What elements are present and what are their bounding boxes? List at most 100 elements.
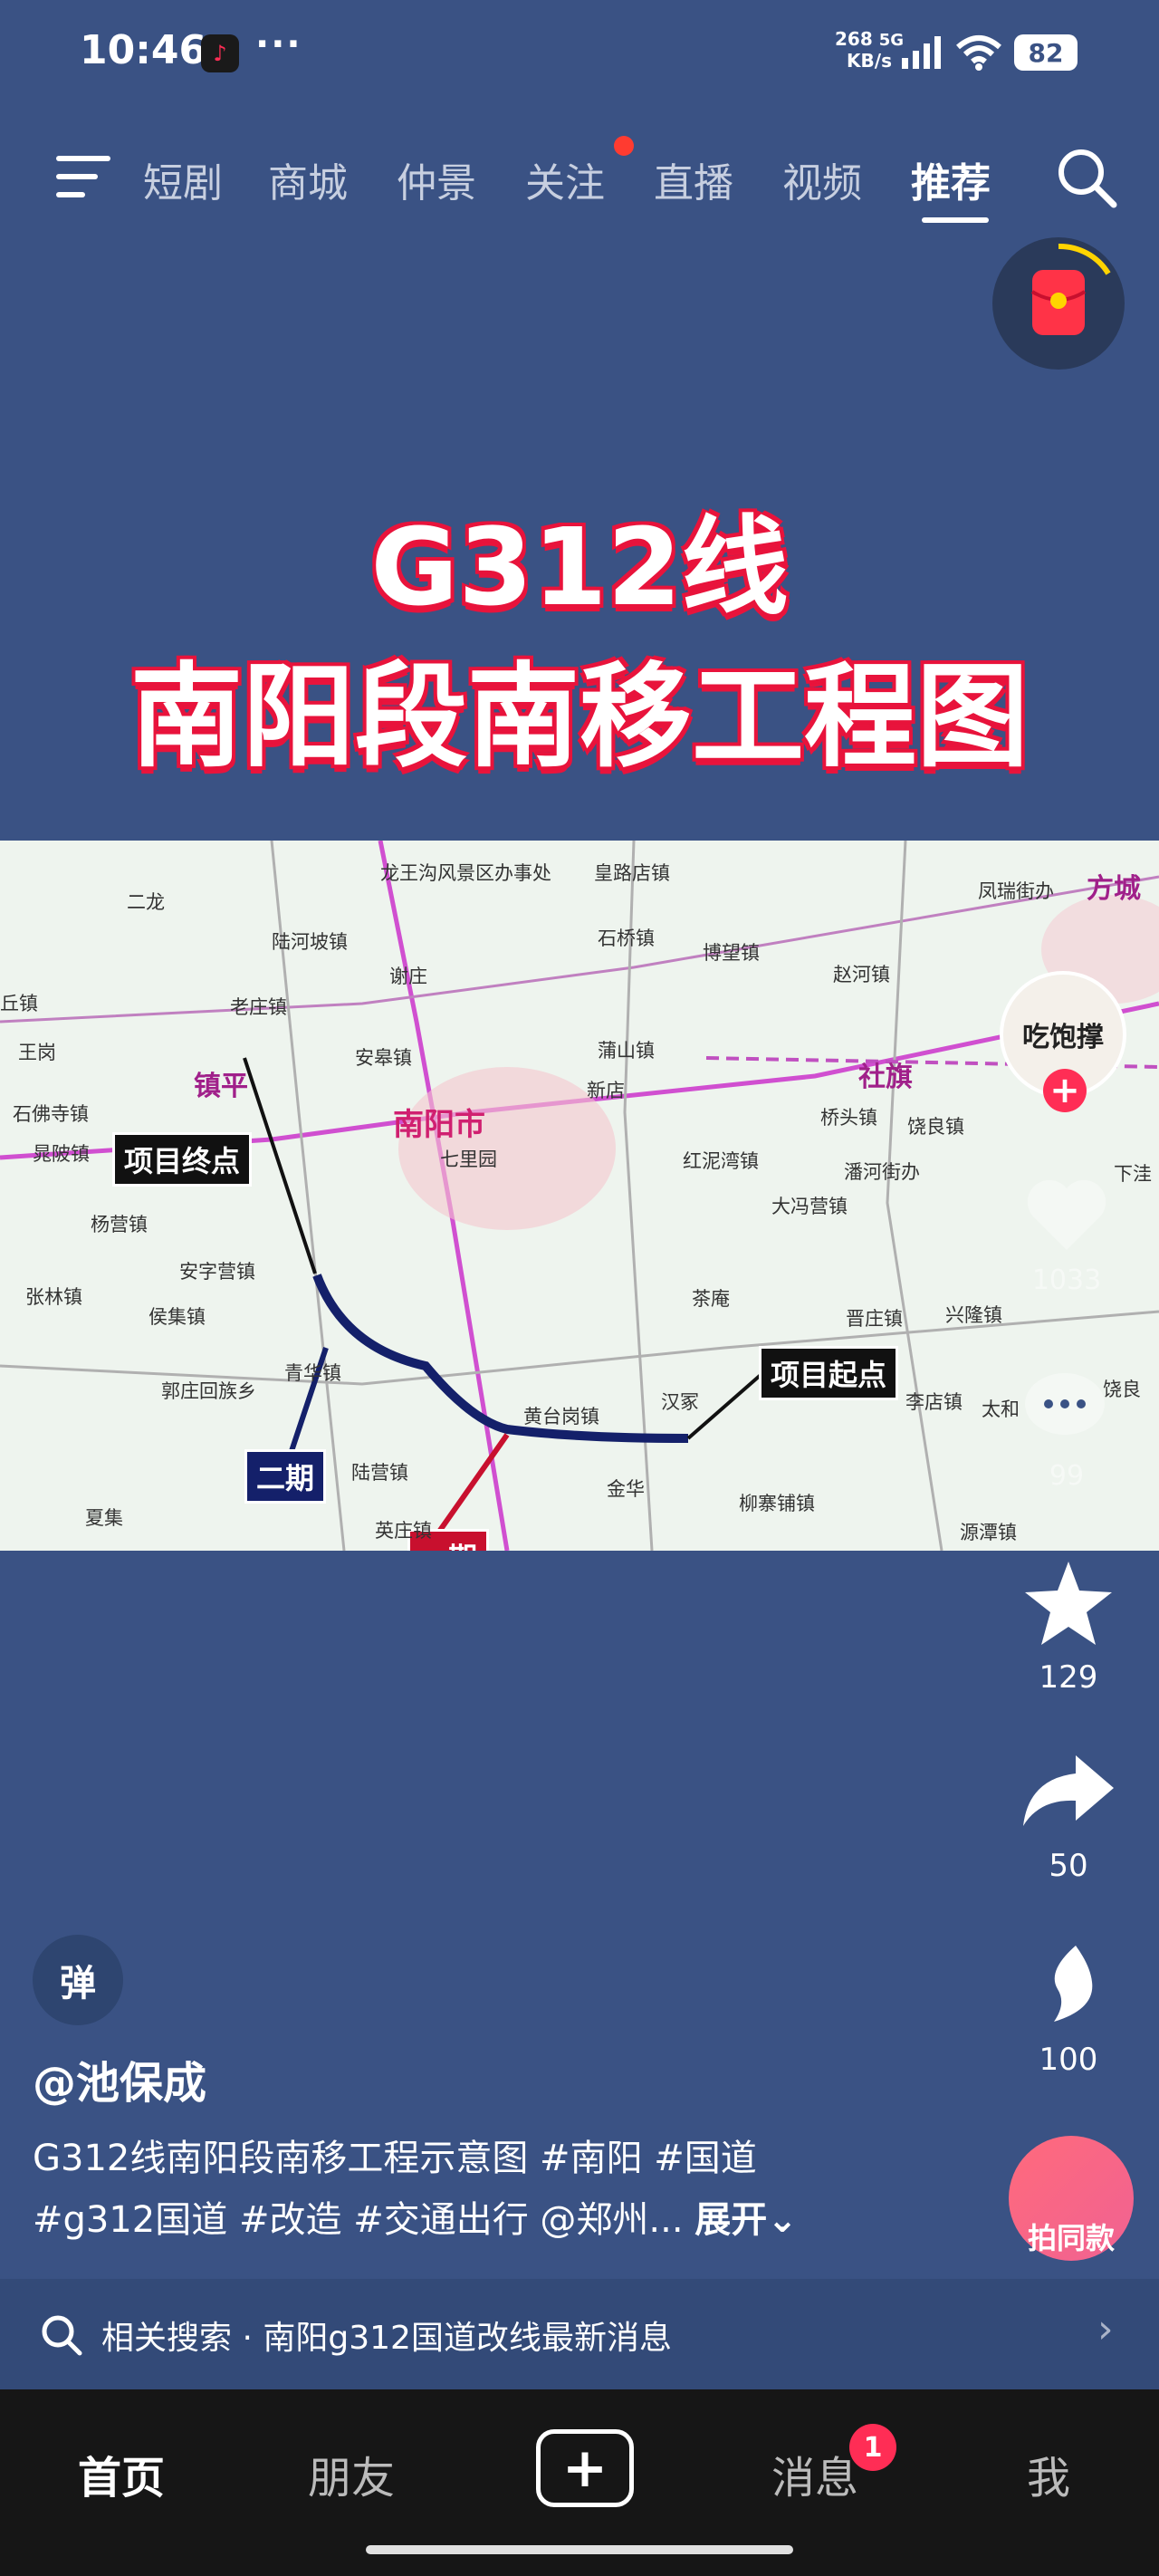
status-more-dots: ··· [255, 24, 302, 65]
map-place: 二龙 [127, 891, 165, 913]
map-place: 红泥湾镇 [683, 1150, 759, 1172]
related-search-query: 南阳g312国道改线最新消息 [263, 2320, 672, 2357]
chevron-down-icon: ⌄ [767, 2199, 798, 2241]
create-plus-button[interactable]: + [536, 2429, 634, 2507]
menu-icon[interactable] [56, 154, 114, 199]
map-place: 饶良镇 [907, 1116, 964, 1138]
map-place: 柳寨铺镇 [739, 1493, 815, 1514]
nav-friends[interactable]: 朋友 [308, 2442, 395, 2505]
nav-messages[interactable]: 消息 [771, 2442, 858, 2505]
follow-plus-button[interactable]: + [1043, 1069, 1087, 1112]
network-speed: 268 5G KB/s [835, 29, 904, 71]
search-icon[interactable] [1056, 147, 1119, 210]
map-place: 源潭镇 [960, 1522, 1017, 1543]
map-label-fangcheng: 方城 [1087, 873, 1141, 905]
tab-zhongjing[interactable]: 仲景 [397, 150, 476, 208]
map-place: 晋庄镇 [846, 1308, 903, 1330]
signal-icon [902, 36, 941, 69]
chevron-right-icon: › [1097, 2306, 1114, 2352]
map-place: 潘河街办 [844, 1161, 920, 1183]
callout-phase2: 二期 [244, 1449, 327, 1504]
related-search-prefix: 相关搜索 [101, 2320, 233, 2357]
comment-icon[interactable] [1020, 1368, 1110, 1446]
city-label-nanyang: 南阳市 [393, 1107, 485, 1143]
status-time: 10:46 [80, 27, 207, 73]
map-place: 石佛寺镇 [13, 1103, 89, 1125]
map-place: 赵河镇 [833, 964, 890, 985]
share-icon[interactable] [1021, 1752, 1116, 1828]
map-place: 陆河坡镇 [272, 931, 348, 953]
same-take-label[interactable]: 拍同款 [992, 2216, 1150, 2257]
map-place: 英庄镇 [375, 1520, 432, 1542]
network-type: 5G [878, 31, 905, 50]
callout-project-end: 项目终点 [112, 1132, 253, 1187]
map-place: 谢庄 [389, 966, 427, 987]
flame-icon[interactable] [1039, 1944, 1099, 2025]
map-place: 晁陂镇 [33, 1143, 90, 1165]
battery-indicator: 82 [1014, 34, 1078, 71]
callout-project-start: 项目起点 [759, 1346, 899, 1400]
red-packet-button[interactable] [992, 237, 1125, 370]
expand-button[interactable]: 展开⌄ [694, 2199, 798, 2241]
map-place: 石桥镇 [598, 928, 655, 949]
comment-count: 99 [1049, 1460, 1085, 1492]
map-place: 兴隆镇 [945, 1304, 1002, 1326]
net-speed-unit: KB/s [847, 50, 892, 72]
tab-following[interactable]: 关注 [525, 150, 605, 208]
active-tab-indicator [922, 217, 989, 223]
map-place: 安字营镇 [179, 1261, 255, 1283]
home-indicator [366, 2545, 793, 2554]
map-place: 博望镇 [703, 942, 760, 964]
map-place: 夏集 [85, 1507, 123, 1529]
danmaku-button[interactable]: 弹 [33, 1935, 123, 2025]
map-roads [0, 841, 1159, 1551]
related-search-text: 相关搜索 · 南阳g312国道改线最新消息 [101, 2312, 672, 2359]
search-icon [42, 2315, 82, 2356]
map-place: 陆营镇 [351, 1462, 408, 1484]
heart-icon[interactable] [1023, 1177, 1110, 1255]
expand-label: 展开 [694, 2199, 768, 2241]
share-count: 50 [1049, 1848, 1088, 1884]
map-place: 凤瑞街办 [978, 880, 1054, 902]
author-name[interactable]: @池保成 [33, 2047, 206, 2110]
map-place: 七里园 [440, 1149, 497, 1170]
tab-short-drama[interactable]: 短剧 [143, 150, 223, 208]
tab-recommend[interactable]: 推荐 [911, 150, 991, 208]
messages-badge: 1 [849, 2424, 896, 2471]
map-place: 侯集镇 [148, 1306, 206, 1328]
related-search-bar[interactable]: 相关搜索 · 南阳g312国道改线最新消息 › [0, 2279, 1159, 2389]
description-text: #g312国道 #改造 #交通出行 @郑州... [33, 2199, 684, 2241]
map-place: 大冯营镇 [771, 1196, 848, 1217]
route-map: 南阳市 镇平 社旗 方城 项目终点 项目起点 二期 一期 龙王沟风景区办事处 皇… [0, 841, 1159, 1551]
tab-live[interactable]: 直播 [654, 150, 733, 208]
map-place: 太和 [982, 1399, 1020, 1420]
map-place: 郭庄回族乡 [161, 1380, 256, 1402]
nav-me[interactable]: 我 [1027, 2442, 1070, 2505]
tab-video[interactable]: 视频 [782, 150, 862, 208]
map-place: 桥头镇 [820, 1107, 877, 1129]
misc-count: 100 [1039, 2042, 1098, 2078]
map-place: 新店 [587, 1080, 625, 1101]
map-place: 下洼 [1114, 1163, 1152, 1185]
map-label-sheqi: 社旗 [858, 1062, 913, 1093]
star-icon[interactable] [1023, 1560, 1114, 1647]
map-place: 安皋镇 [355, 1047, 412, 1069]
map-place: 青华镇 [284, 1362, 341, 1384]
map-place: 丘镇 [0, 993, 38, 1014]
map-place: 皇路店镇 [594, 862, 670, 884]
map-place: 老庄镇 [230, 996, 287, 1018]
following-notification-dot [614, 136, 634, 156]
nav-home[interactable]: 首页 [78, 2442, 165, 2505]
related-search-separator: · [242, 2320, 253, 2357]
like-count: 1033 [1031, 1264, 1102, 1296]
favorite-count: 129 [1039, 1659, 1098, 1696]
map-place: 杨营镇 [91, 1214, 148, 1235]
map-place: 王岗 [18, 1042, 56, 1063]
video-title-line1: G312线 [370, 505, 789, 630]
map-place: 黄台岗镇 [523, 1406, 599, 1427]
tab-mall[interactable]: 商城 [268, 150, 348, 208]
net-speed-value: 268 [835, 28, 873, 50]
wifi-icon [956, 35, 1001, 71]
video-description-line2: #g312国道 #改造 #交通出行 @郑州... 展开⌄ [33, 2190, 798, 2243]
map-place: 金华 [607, 1478, 645, 1500]
